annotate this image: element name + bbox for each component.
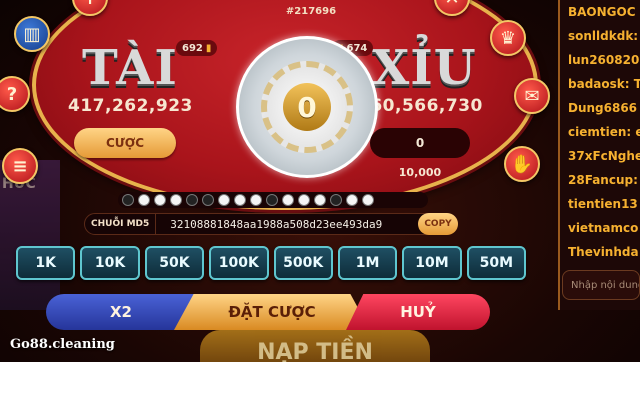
bet-tai-button[interactable]: CƯỢC xyxy=(74,128,176,158)
md5-hash: 32108881848aa1988a508d23ee493da9 xyxy=(170,217,383,231)
help-icon[interactable]: ? xyxy=(0,76,30,112)
chat-message: 28Fancup: xyxy=(568,173,638,187)
place-bet-button[interactable]: ĐẶT CƯỢC xyxy=(174,294,370,330)
chat-message: lun260820 xyxy=(568,53,640,67)
chip-100k[interactable]: 100K xyxy=(209,246,269,280)
background-deposit-banner: NẠP TIỀN xyxy=(200,330,430,362)
chat-message: sonlldkdk: xyxy=(568,29,639,43)
history-dot-white xyxy=(314,194,326,206)
background-banner-left: WEB HỨC xyxy=(0,160,60,310)
chip-50m[interactable]: 50M xyxy=(466,246,526,280)
history-dot-white xyxy=(298,194,310,206)
hand-icon[interactable]: ✋ xyxy=(504,146,540,182)
chip-10m[interactable]: 10M xyxy=(402,246,462,280)
history-dot-white xyxy=(138,194,150,206)
history-dot-white xyxy=(282,194,294,206)
chart-icon[interactable]: ▥ xyxy=(14,16,50,52)
chip-1k[interactable]: 1K xyxy=(16,246,76,280)
chip-1m[interactable]: 1M xyxy=(337,246,398,280)
chat-message: ciemtien: e xyxy=(568,125,640,139)
chat-message: tientien13 xyxy=(568,197,638,211)
chat-message: Thevinhda xyxy=(568,245,639,259)
history-dot-black xyxy=(186,194,198,206)
chat-message: 37xFcNghe xyxy=(568,149,640,163)
chat-icon[interactable]: ✉ xyxy=(514,78,550,114)
history-dot-white xyxy=(250,194,262,206)
game-screen: WEB HỨC NẠP TIỀN #217696 TÀI 692▮ 417,26… xyxy=(0,0,640,362)
history-dot-black xyxy=(202,194,214,206)
chat-message: badaosk: T xyxy=(568,77,640,91)
trophy-icon[interactable]: ♛ xyxy=(490,20,526,56)
md5-bar: CHUỖI MD5 32108881848aa1988a508d23ee493d… xyxy=(84,213,458,235)
chat-panel[interactable]: BAONGOC sonlldkdk: lun260820 badaosk: T … xyxy=(558,0,640,310)
xiu-title: XỈU xyxy=(372,40,477,96)
tai-player-count: 692 ▮ xyxy=(176,40,218,56)
tai-title: TÀI xyxy=(82,40,178,96)
stake-amount: 10,000 xyxy=(398,166,442,179)
person-icon: ▮ xyxy=(205,42,212,54)
chat-message: Dung6866 xyxy=(568,101,638,115)
tai-xiu-panel: #217696 TÀI 692▮ 417,262,923 XỈU ▮674 26… xyxy=(32,0,538,210)
history-icon[interactable]: ≡ xyxy=(2,148,38,184)
tai-total: 417,262,923 xyxy=(68,96,193,116)
chip-500k[interactable]: 500K xyxy=(273,246,333,280)
dice-dial[interactable]: 0 xyxy=(236,36,378,178)
history-dot-white xyxy=(170,194,182,206)
bet-xiu-field[interactable]: 0 xyxy=(370,128,470,158)
result-history xyxy=(118,192,428,208)
history-dot-white xyxy=(154,194,166,206)
watermark: Go88.cleaning xyxy=(10,337,115,352)
history-dot-white xyxy=(218,194,230,206)
md5-label: CHUỖI MD5 xyxy=(85,214,157,234)
chat-message: vietnamco xyxy=(568,221,639,235)
history-dot-white xyxy=(234,194,246,206)
copy-button[interactable]: COPY xyxy=(418,213,458,235)
chip-50k[interactable]: 50K xyxy=(144,246,205,280)
x2-button[interactable]: X2 xyxy=(46,294,196,330)
chip-row: 1K 10K 50K 100K 500K 1M 10M 50M xyxy=(16,246,526,282)
session-id: #217696 xyxy=(285,6,337,17)
cancel-button[interactable]: HUỶ xyxy=(346,294,490,330)
chat-message: BAONGOC xyxy=(568,5,636,19)
chat-input[interactable]: Nhập nội dung xyxy=(562,270,640,300)
history-dot-black xyxy=(266,194,278,206)
chip-10k[interactable]: 10K xyxy=(80,246,140,280)
history-dot-black xyxy=(122,194,134,206)
history-dot-black xyxy=(330,194,342,206)
history-dot-white xyxy=(346,194,358,206)
dial-value: 0 xyxy=(283,83,331,131)
history-dot-white xyxy=(362,194,374,206)
